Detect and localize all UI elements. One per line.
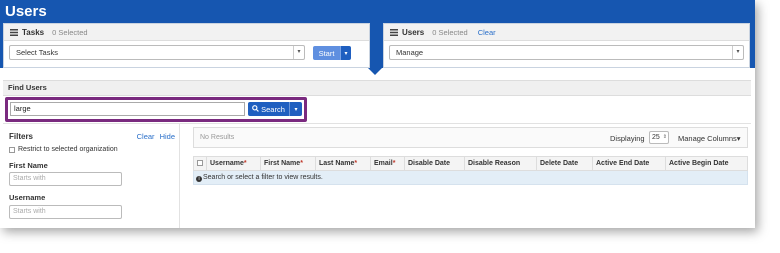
search-dropdown-toggle[interactable]: ▾ bbox=[289, 102, 302, 116]
caret-down-icon: ▾ bbox=[294, 106, 298, 113]
page-size-value: 25 bbox=[652, 134, 660, 141]
tasks-panel-header: Tasks 0 Selected bbox=[4, 24, 369, 41]
col-label: Active Begin Date bbox=[669, 160, 729, 167]
updown-icon: ⇕ bbox=[662, 134, 667, 140]
col-label: First Name bbox=[264, 160, 301, 167]
users-clear-link[interactable]: Clear bbox=[478, 28, 496, 37]
username-label: Username bbox=[9, 193, 46, 202]
search-icon bbox=[252, 104, 259, 114]
results-toolbar: No Results Displaying 25 ⇕ Manage Column… bbox=[193, 127, 748, 148]
filters-hide-link[interactable]: Hide bbox=[160, 132, 175, 141]
required-marker: * bbox=[354, 160, 358, 167]
username-filter-input[interactable]: Starts with bbox=[9, 205, 122, 219]
users-page: Users Tasks 0 Selected Select Tasks ▾ St… bbox=[0, 0, 755, 228]
panel-pointer bbox=[368, 68, 382, 75]
empty-message: Search or select a filter to view result… bbox=[203, 173, 323, 181]
col-email[interactable]: Email* bbox=[370, 156, 405, 171]
required-marker: * bbox=[392, 160, 396, 167]
chevron-down-icon: ▾ bbox=[732, 46, 743, 59]
caret-down-icon: ▾ bbox=[344, 50, 348, 57]
col-disable-reason[interactable]: Disable Reason bbox=[464, 156, 537, 171]
displaying-label: Displaying bbox=[610, 134, 645, 143]
first-name-label: First Name bbox=[9, 161, 48, 170]
page-title: Users bbox=[5, 3, 47, 20]
select-all-checkbox[interactable] bbox=[197, 159, 203, 166]
tasks-selected-count: 0 Selected bbox=[52, 27, 88, 37]
manage-columns-label: Manage Columns bbox=[678, 134, 737, 143]
empty-row: i Search or select a filter to view resul… bbox=[193, 170, 748, 185]
col-active-begin-date[interactable]: Active Begin Date bbox=[665, 156, 748, 171]
col-label: Active End Date bbox=[596, 160, 650, 167]
col-label: Email bbox=[374, 160, 393, 167]
manage-value: Manage bbox=[396, 48, 424, 57]
list-icon bbox=[390, 28, 398, 36]
start-dropdown-toggle[interactable]: ▾ bbox=[340, 46, 351, 60]
restrict-org-label: Restrict to selected organization bbox=[18, 146, 118, 153]
users-panel: Users 0 Selected Clear Manage ▾ bbox=[383, 23, 750, 68]
start-button-group: Start ▾ bbox=[313, 46, 351, 60]
users-panel-title: Users bbox=[402, 27, 425, 37]
header-band: Users Tasks 0 Selected Select Tasks ▾ St… bbox=[0, 0, 755, 68]
empty-message-cell: i Search or select a filter to view resul… bbox=[193, 170, 748, 185]
search-input[interactable]: large bbox=[10, 102, 245, 116]
col-delete-date[interactable]: Delete Date bbox=[536, 156, 593, 171]
restrict-org-checkbox-row[interactable]: Restrict to selected organization bbox=[9, 146, 118, 153]
search-button[interactable]: Search bbox=[248, 102, 289, 116]
restrict-org-checkbox[interactable] bbox=[9, 146, 15, 153]
required-marker: * bbox=[243, 160, 247, 167]
users-panel-header: Users 0 Selected Clear bbox=[384, 24, 749, 41]
table-header-row: Username* First Name* Last Name* Email* … bbox=[193, 156, 748, 171]
page-size-select[interactable]: 25 ⇕ bbox=[649, 131, 669, 144]
col-last-name[interactable]: Last Name* bbox=[315, 156, 371, 171]
select-tasks-value: Select Tasks bbox=[16, 48, 58, 57]
chevron-down-icon: ▾ bbox=[293, 46, 304, 59]
caret-down-icon: ▾ bbox=[736, 134, 741, 143]
col-label: Delete Date bbox=[540, 160, 579, 167]
col-label: Disable Reason bbox=[468, 160, 521, 167]
find-users-header: Find Users bbox=[3, 80, 751, 96]
start-button[interactable]: Start bbox=[313, 46, 340, 60]
select-tasks-dropdown[interactable]: Select Tasks ▾ bbox=[9, 45, 305, 60]
manage-columns-dropdown[interactable]: Manage Columns▾ bbox=[678, 134, 741, 143]
col-username[interactable]: Username* bbox=[206, 156, 261, 171]
col-label: Last Name bbox=[319, 160, 355, 167]
required-marker: * bbox=[300, 160, 303, 167]
col-disable-date[interactable]: Disable Date bbox=[404, 156, 465, 171]
search-button-group: Search ▾ bbox=[248, 102, 302, 116]
manage-dropdown[interactable]: Manage ▾ bbox=[389, 45, 744, 60]
filters-sidebar: Filters Clear Hide Restrict to selected o… bbox=[3, 124, 180, 228]
col-first-name[interactable]: First Name* bbox=[260, 156, 316, 171]
tasks-title: Tasks bbox=[22, 27, 45, 37]
filters-actions: Clear Hide bbox=[132, 132, 175, 141]
select-all-header bbox=[193, 156, 207, 171]
users-selected-count: 0 Selected bbox=[432, 27, 468, 37]
first-name-filter-input[interactable]: Starts with bbox=[9, 172, 122, 186]
col-active-end-date[interactable]: Active End Date bbox=[592, 156, 666, 171]
users-table: Username* First Name* Last Name* Email* … bbox=[193, 156, 748, 185]
search-button-label: Search bbox=[261, 104, 285, 114]
list-icon bbox=[10, 28, 18, 36]
info-icon: i bbox=[196, 175, 202, 182]
results-status: No Results bbox=[200, 134, 235, 141]
filters-clear-link[interactable]: Clear bbox=[137, 132, 155, 141]
col-label: Disable Date bbox=[408, 160, 451, 167]
col-label: Username bbox=[210, 160, 244, 167]
filters-title: Filters bbox=[9, 132, 34, 141]
